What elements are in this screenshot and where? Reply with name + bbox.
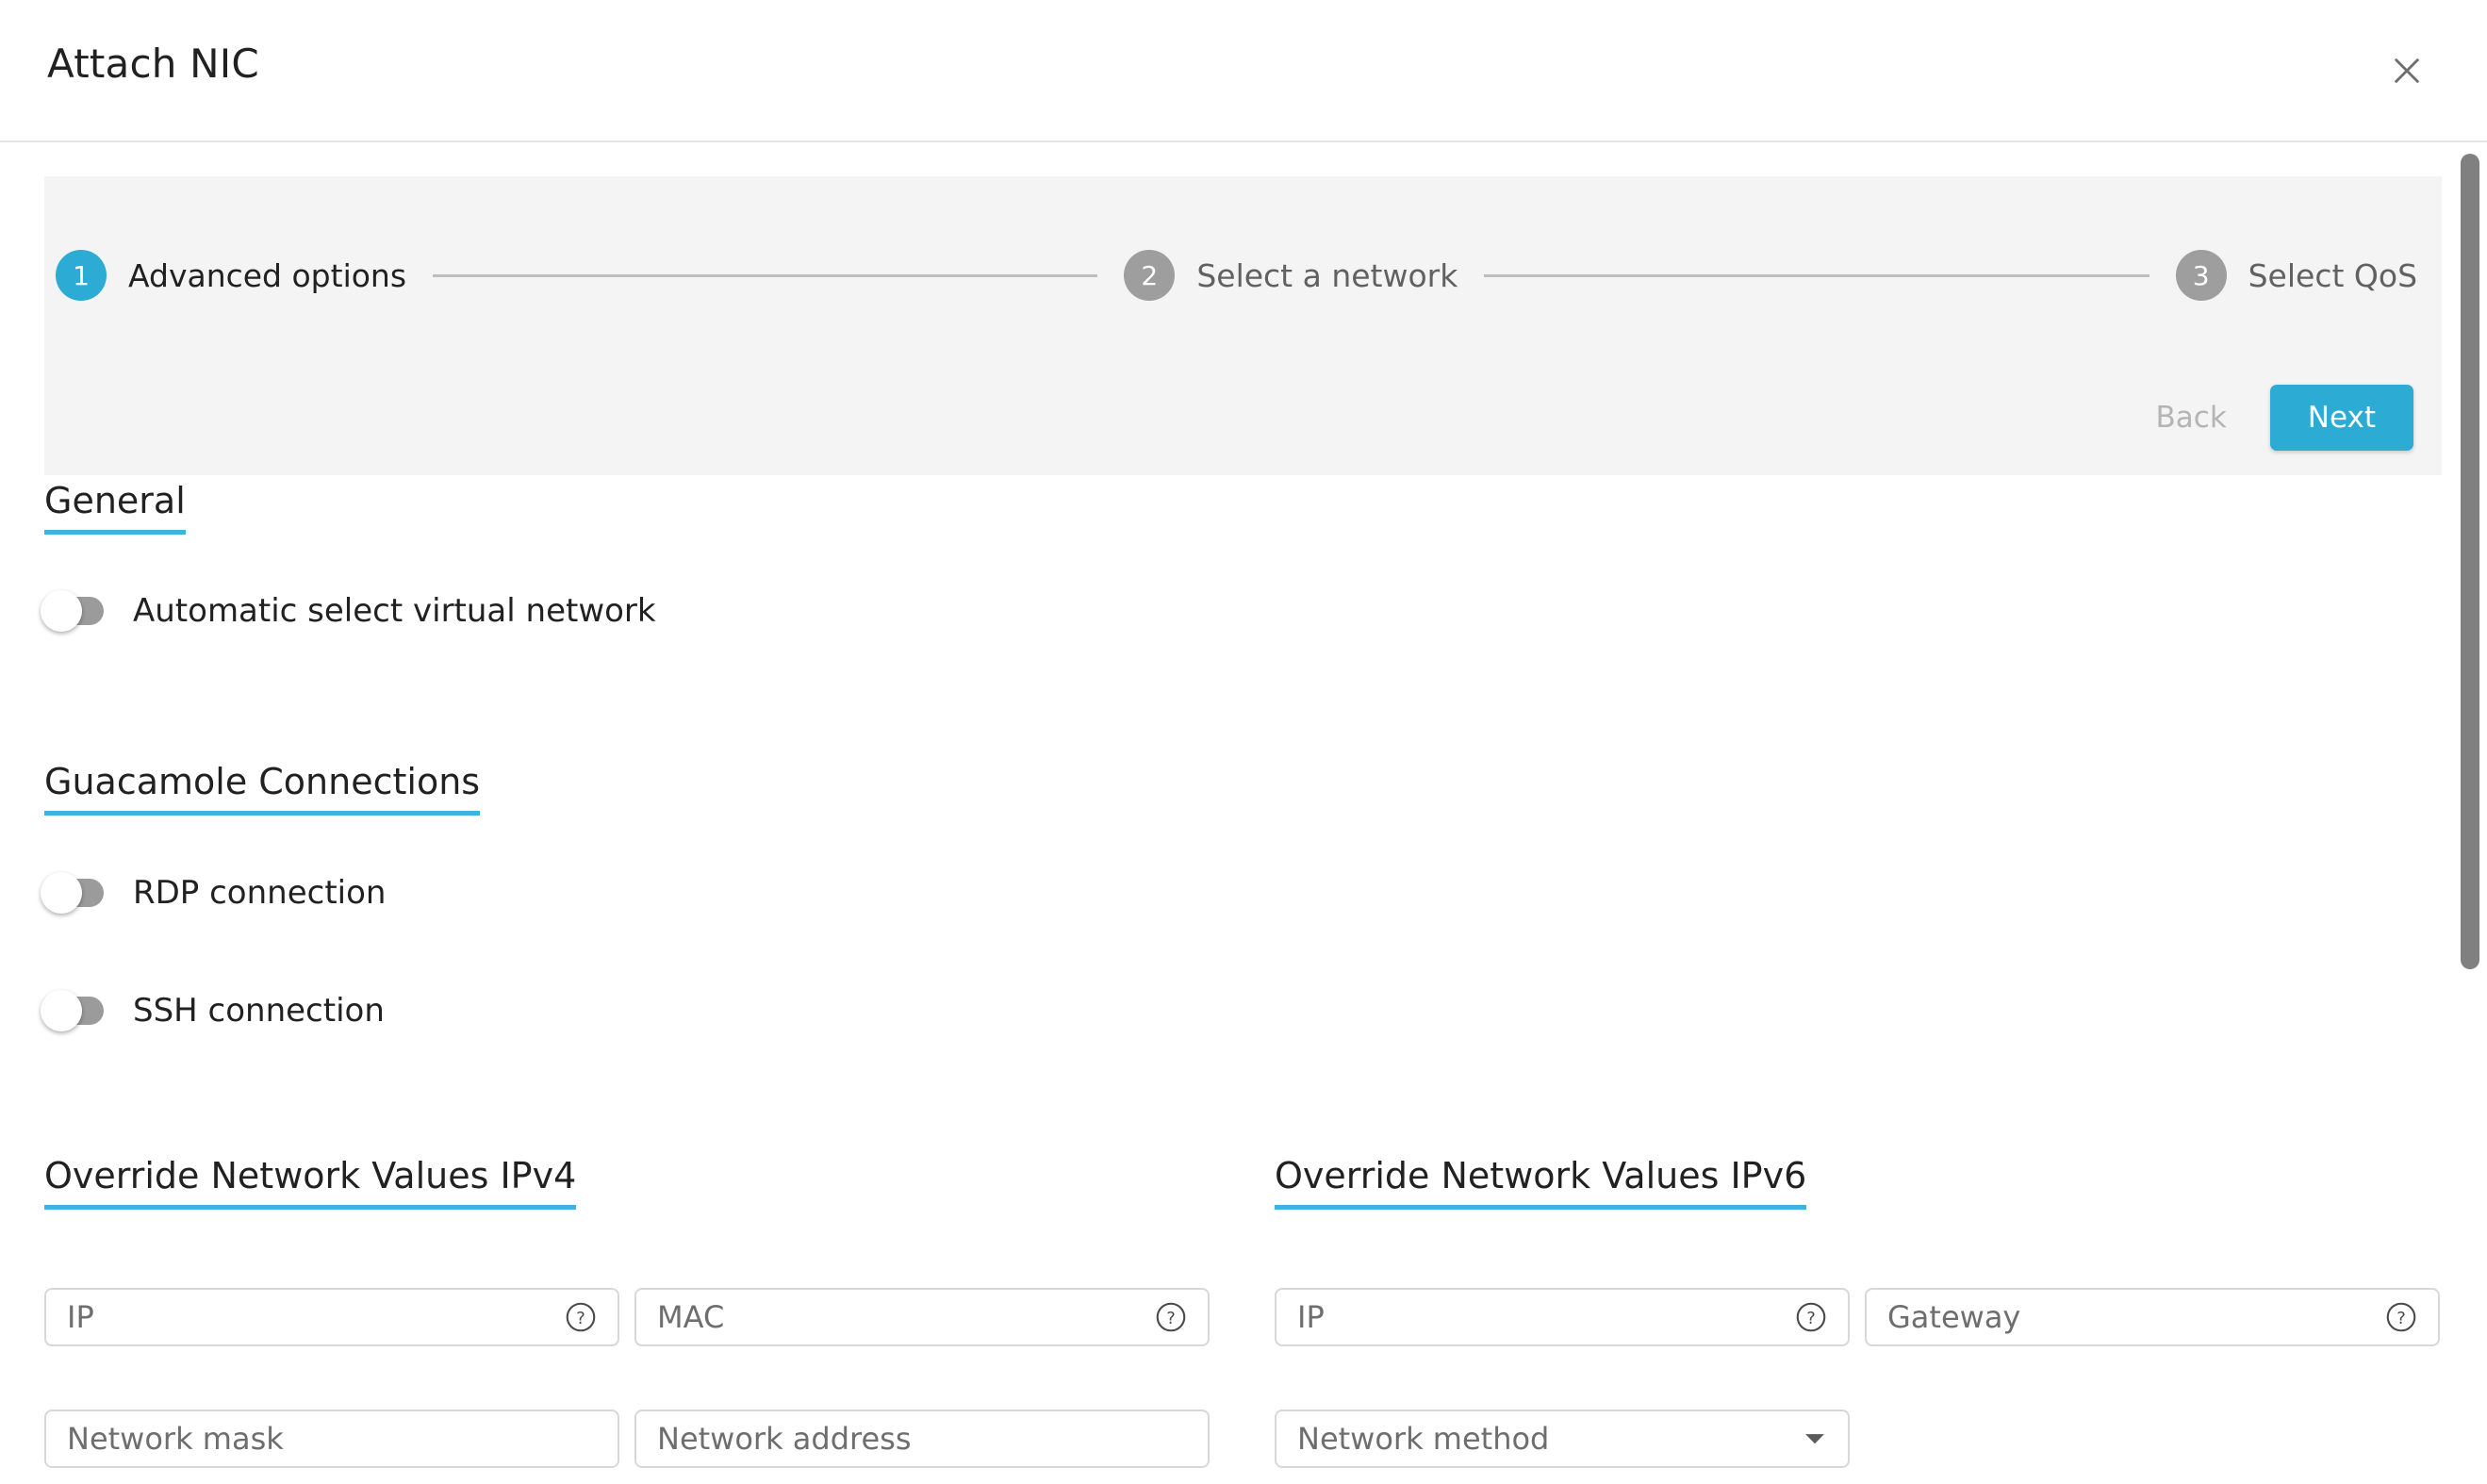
svg-text:?: ? xyxy=(1166,1309,1176,1328)
toggle-switch-track[interactable] xyxy=(41,990,104,1031)
help-icon[interactable]: ? xyxy=(2383,1299,2419,1335)
toggle-switch-track[interactable] xyxy=(41,872,104,914)
step-number-badge: 1 xyxy=(56,250,107,301)
ipv6-ip-placeholder: IP xyxy=(1297,1299,1325,1335)
dialog-header: Attach NIC xyxy=(0,0,2487,142)
toggle-label: SSH connection xyxy=(133,992,385,1030)
help-icon[interactable]: ? xyxy=(563,1299,599,1335)
step-label: Advanced options xyxy=(128,256,407,294)
back-button[interactable]: Back xyxy=(2130,386,2253,450)
ipv4-ip-placeholder: IP xyxy=(67,1299,94,1335)
page-title: Attach NIC xyxy=(47,41,259,87)
toggle-switch-knob xyxy=(41,872,82,914)
ipv6-network-method-select[interactable]: Network method xyxy=(1275,1410,1850,1468)
dialog-body: 1 Advanced options 2 Select a network 3 … xyxy=(0,144,2487,1484)
ipv6-gateway-placeholder: Gateway xyxy=(1887,1299,2021,1335)
svg-text:?: ? xyxy=(1806,1309,1816,1328)
toggle-label: RDP connection xyxy=(133,874,387,912)
ipv6-gateway-field[interactable]: Gateway ? xyxy=(1865,1288,2440,1346)
help-icon[interactable]: ? xyxy=(1153,1299,1189,1335)
wizard-actions: Back Next xyxy=(2130,385,2413,451)
toggle-switch-knob xyxy=(41,590,82,632)
step-number-badge: 2 xyxy=(1124,250,1176,301)
ipv6-network-method-placeholder: Network method xyxy=(1297,1421,1550,1457)
step-label: Select QoS xyxy=(2248,256,2418,294)
svg-text:?: ? xyxy=(576,1309,585,1328)
next-button[interactable]: Next xyxy=(2269,385,2413,451)
chevron-down-icon[interactable] xyxy=(1801,1425,1829,1453)
ipv4-network-address-field[interactable]: Network address xyxy=(634,1410,1210,1468)
svg-text:?: ? xyxy=(2396,1309,2406,1328)
ipv6-ip-field[interactable]: IP ? xyxy=(1275,1288,1850,1346)
section-title-override-network-values-ipv4: Override Network Values IPv4 xyxy=(44,1155,577,1210)
step-connector-1 xyxy=(433,273,1098,277)
ipv4-network-mask-field[interactable]: Network mask xyxy=(44,1410,619,1468)
ipv4-network-address-placeholder: Network address xyxy=(657,1421,912,1457)
wizard-step-1[interactable]: 1 Advanced options xyxy=(56,250,406,301)
vertical-scrollbar[interactable] xyxy=(2451,144,2487,1484)
ipv4-ip-field[interactable]: IP ? xyxy=(44,1288,619,1346)
step-connector-2 xyxy=(1484,273,2149,277)
step-number-badge: 3 xyxy=(2175,250,2227,301)
wizard-stepper-panel: 1 Advanced options 2 Select a network 3 … xyxy=(44,176,2442,475)
step-label: Select a network xyxy=(1196,256,1458,294)
toggle-automatic-select-virtual-network[interactable]: Automatic select virtual network xyxy=(41,590,656,632)
ipv4-mac-field[interactable]: MAC ? xyxy=(634,1288,1210,1346)
toggle-switch-track[interactable] xyxy=(41,590,104,632)
ipv4-network-mask-placeholder: Network mask xyxy=(67,1421,284,1457)
toggle-ssh-connection[interactable]: SSH connection xyxy=(41,990,385,1031)
scrollbar-thumb[interactable] xyxy=(2461,154,2479,969)
attach-nic-dialog: Attach NIC 1 Advanced options 2 Select a… xyxy=(0,0,2487,1484)
toggle-label: Automatic select virtual network xyxy=(133,592,656,630)
wizard-step-2[interactable]: 2 Select a network xyxy=(1124,250,1458,301)
help-icon[interactable]: ? xyxy=(1793,1299,1829,1335)
ipv4-mac-placeholder: MAC xyxy=(657,1299,725,1335)
section-title-guacamole-connections: Guacamole Connections xyxy=(44,761,481,816)
wizard-step-3[interactable]: 3 Select QoS xyxy=(2175,250,2418,301)
wizard-steps: 1 Advanced options 2 Select a network 3 … xyxy=(44,176,2442,374)
toggle-switch-knob xyxy=(41,990,82,1031)
toggle-rdp-connection[interactable]: RDP connection xyxy=(41,872,387,914)
section-title-override-network-values-ipv6: Override Network Values IPv6 xyxy=(1275,1155,1807,1210)
section-title-general: General xyxy=(44,480,186,535)
close-icon[interactable] xyxy=(2385,49,2429,92)
